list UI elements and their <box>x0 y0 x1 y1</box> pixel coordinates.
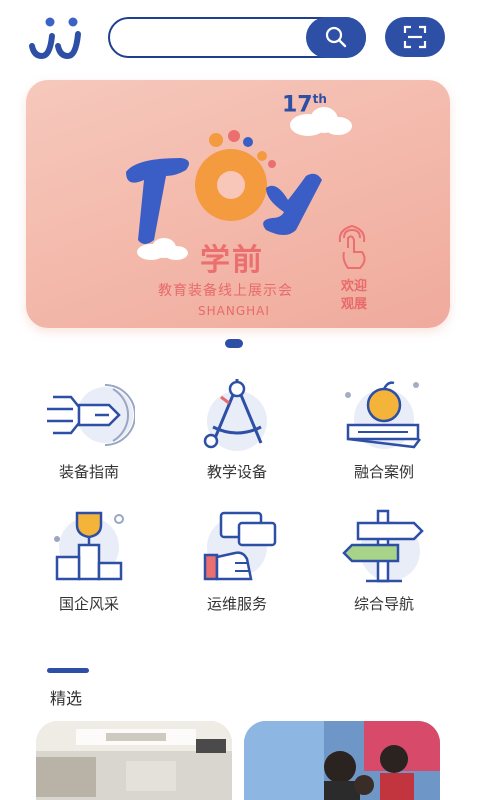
scan-button[interactable] <box>385 17 445 57</box>
banner-edition-suffix: th <box>312 92 327 106</box>
featured-card-classroom[interactable] <box>36 721 232 800</box>
banner-welcome-1: 欢迎 <box>341 279 368 294</box>
search-input[interactable] <box>124 27 304 49</box>
section-title: 精选 <box>50 689 83 708</box>
banner-subtitle: 学前 <box>200 243 264 278</box>
banner-city: SHANGHAI <box>198 304 270 318</box>
search-bar[interactable] <box>108 16 366 58</box>
featured-card-students[interactable] <box>244 721 440 800</box>
grid-label: 装备指南 <box>58 463 119 481</box>
section-accent-bar <box>47 668 89 673</box>
service-hand-icon <box>203 511 277 581</box>
banner-welcome-2: 观展 <box>341 297 368 312</box>
carousel-indicator[interactable] <box>225 339 243 348</box>
banner-line: 教育装备线上展示会 <box>158 283 293 299</box>
scan-icon <box>403 25 427 49</box>
apple-book-icon <box>345 381 421 449</box>
banner-welcome: 欢迎 观展 <box>341 278 367 314</box>
ji-logo-icon[interactable] <box>28 16 84 60</box>
grid-label: 运维服务 <box>206 595 267 613</box>
grid-item-cases[interactable]: 融合案例 <box>324 375 444 495</box>
compass-icon <box>203 379 267 451</box>
touch-hand-icon <box>338 224 366 269</box>
grid-item-service[interactable]: 运维服务 <box>177 507 297 627</box>
search-button[interactable] <box>306 16 366 58</box>
grid-label: 融合案例 <box>353 463 414 481</box>
signpost-icon <box>342 509 424 583</box>
grid-item-guide[interactable]: 装备指南 <box>29 375 149 495</box>
trophy-podium-icon <box>54 511 124 581</box>
guide-arrow-icon <box>47 384 135 446</box>
students-photo <box>244 721 440 800</box>
grid-item-soe[interactable]: 国企风采 <box>29 507 149 627</box>
grid-item-navigation[interactable]: 综合导航 <box>324 507 444 627</box>
banner-edition: 17th <box>282 92 327 117</box>
grid-label: 国企风采 <box>58 595 119 613</box>
classroom-photo <box>36 721 232 800</box>
grid-item-equipment[interactable]: 教学设备 <box>177 375 297 495</box>
grid-label: 综合导航 <box>353 595 414 613</box>
search-icon <box>325 26 347 48</box>
grid-label: 教学设备 <box>206 463 267 481</box>
header <box>0 0 480 76</box>
banner-edition-number: 17 <box>282 92 313 118</box>
